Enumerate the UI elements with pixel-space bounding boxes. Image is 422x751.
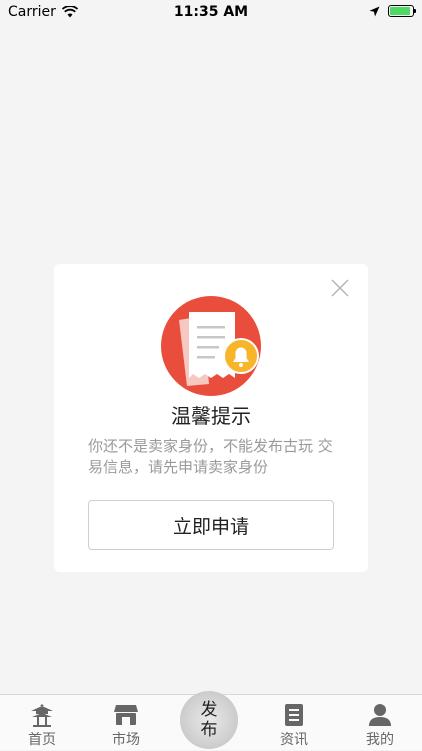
status-right <box>369 5 416 17</box>
tab-market-label: 市场 <box>112 732 140 748</box>
news-document-icon <box>285 704 303 726</box>
status-bar: Carrier 11:35 AM <box>0 0 422 24</box>
pagoda-icon <box>31 704 53 727</box>
location-arrow-icon <box>369 6 380 16</box>
publish-button[interactable]: 发 布 <box>180 691 238 749</box>
receipt-bell-illustration <box>161 296 261 396</box>
tab-bar: 首页 市场 发 布 资讯 我的 <box>0 691 422 751</box>
close-button[interactable] <box>328 276 352 300</box>
seller-prompt-dialog: 温馨提示 你还不是卖家身份，不能发布古玩 交易信息，请先申请卖家身份 立即申请 <box>54 264 368 572</box>
tab-mine[interactable]: 我的 <box>338 695 422 751</box>
tab-market[interactable]: 市场 <box>84 695 168 751</box>
apply-now-button[interactable]: 立即申请 <box>88 500 334 550</box>
tab-news[interactable]: 资讯 <box>252 695 336 751</box>
battery-icon <box>388 5 416 17</box>
tab-home-label: 首页 <box>28 732 56 748</box>
dialog-title: 温馨提示 <box>171 404 251 428</box>
tab-news-label: 资讯 <box>280 732 308 748</box>
battery-level <box>390 7 410 15</box>
publish-label-line2: 布 <box>200 720 218 740</box>
publish-label-line1: 发 <box>200 700 218 720</box>
status-time: 11:35 AM <box>173 4 249 20</box>
close-icon <box>331 279 349 297</box>
user-icon <box>369 704 391 726</box>
tab-mine-label: 我的 <box>366 732 394 748</box>
tab-home[interactable]: 首页 <box>0 695 84 751</box>
shop-icon <box>114 705 138 725</box>
dialog-message: 你还不是卖家身份，不能发布古玩 交易信息，请先申请卖家身份 <box>88 437 333 476</box>
